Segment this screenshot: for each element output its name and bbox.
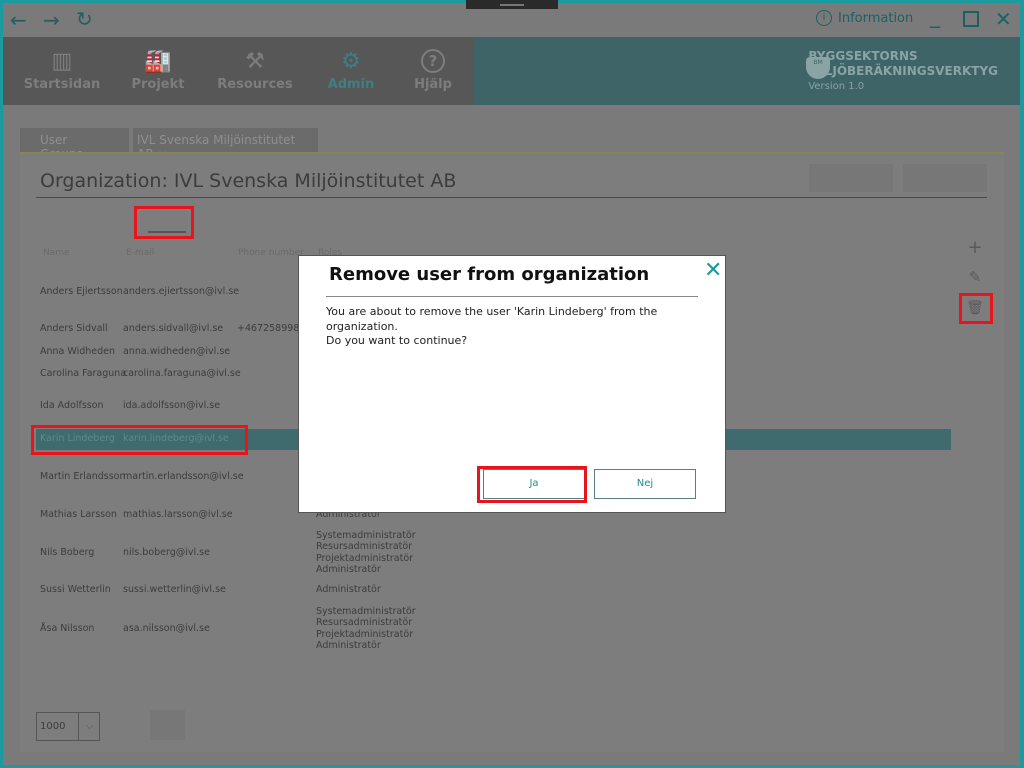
role: Systemadministratör bbox=[316, 529, 416, 541]
back-icon[interactable]: ← bbox=[10, 8, 27, 32]
page-size-select[interactable]: 1000 ⌵ bbox=[36, 712, 100, 741]
maximize-icon[interactable] bbox=[963, 11, 979, 27]
cell-name: Anders Ejiertsson bbox=[40, 286, 123, 297]
nav-startsidan[interactable]: ▥ Startsidan bbox=[17, 37, 107, 105]
cell-email: anders.sidvall@ivl.se bbox=[123, 323, 224, 334]
minimize-icon[interactable]: _ bbox=[930, 4, 940, 28]
no-button[interactable]: Nej bbox=[594, 469, 696, 499]
cell-name: Mathias Larsson bbox=[40, 509, 117, 520]
cell-name: Anna Widheden bbox=[40, 346, 115, 357]
nav-label: Projekt bbox=[131, 77, 185, 92]
cell-name: Åsa Nilsson bbox=[40, 623, 95, 634]
title-divider bbox=[36, 197, 987, 198]
highlight-delete bbox=[959, 293, 993, 324]
cell-name: Nils Boberg bbox=[40, 547, 95, 558]
role: Resursadministratör bbox=[316, 541, 413, 553]
close-window-icon[interactable]: ✕ bbox=[995, 7, 1012, 31]
cell-email: anna.widheden@ivl.se bbox=[123, 346, 231, 357]
cell-email: anders.ejiertsson@ivl.se bbox=[123, 286, 240, 297]
chevron-down-icon: ⌵ bbox=[78, 713, 100, 740]
brand-area: BM BYGGSEKTORNS MILJÖBERÄKNINGSVERKTYG V… bbox=[473, 37, 1020, 105]
cell-name: Ida Adolfsson bbox=[40, 400, 104, 411]
information-button[interactable]: i Information bbox=[816, 10, 913, 26]
role: Projektadministratör bbox=[316, 628, 414, 640]
nav-resources[interactable]: ⚒ Resources bbox=[210, 37, 300, 105]
header-button-2[interactable] bbox=[903, 164, 987, 192]
cell-email: ida.adolfsson@ivl.se bbox=[123, 400, 221, 411]
dialog-message-line: Do you want to continue? bbox=[326, 334, 468, 347]
pager-button[interactable] bbox=[150, 710, 185, 740]
gear-icon: ⚙ bbox=[341, 49, 361, 74]
info-icon: i bbox=[816, 10, 832, 26]
nav-label: Hjälp bbox=[414, 77, 452, 92]
highlight-subtab bbox=[134, 206, 194, 239]
dialog-message: You are about to remove the user 'Karin … bbox=[326, 305, 686, 349]
nav-hjälp[interactable]: ? Hjälp bbox=[388, 37, 478, 105]
role: Administratör bbox=[316, 564, 381, 576]
role: Administratör bbox=[316, 640, 381, 652]
nav-label: Resources bbox=[217, 77, 293, 92]
edit-icon[interactable]: ✎ bbox=[963, 265, 987, 289]
role: Administratör bbox=[316, 584, 381, 595]
factory-icon: 🏭 bbox=[144, 49, 172, 74]
cell-email: sussi.wetterlin@ivl.se bbox=[123, 584, 226, 595]
cell-roles: Systemadministratör Resursadministratör Pr… bbox=[316, 530, 416, 576]
cell-email: mathias.larsson@ivl.se bbox=[123, 509, 233, 520]
tools-icon: ⚒ bbox=[245, 49, 265, 74]
cell-name: Carolina Faraguna bbox=[40, 368, 127, 379]
nav-label: Startsidan bbox=[23, 77, 101, 92]
refresh-icon[interactable]: ↻ bbox=[76, 7, 93, 31]
cell-email: martin.erlandsson@ivl.se bbox=[123, 471, 244, 482]
page-size-value: 1000 bbox=[40, 721, 66, 732]
dialog-message-line: You are about to remove the user 'Karin … bbox=[326, 305, 658, 333]
page-title: Organization: IVL Svenska Miljöinstitute… bbox=[40, 170, 457, 192]
column-header-phone[interactable]: Phone number bbox=[238, 248, 304, 258]
brand-line2: MILJÖBERÄKNINGSVERKTYG bbox=[808, 64, 998, 78]
tab-organization[interactable]: IVL Svenska Miljöinstitutet AB ✕ bbox=[133, 128, 318, 161]
cell-name: Martin Erlandsson bbox=[40, 471, 126, 482]
cell-name: Sussi Wetterlin bbox=[40, 584, 111, 595]
column-header-email[interactable]: E-mail bbox=[126, 248, 154, 258]
drag-handle[interactable] bbox=[466, 0, 558, 9]
brand-version: Version 1.0 bbox=[808, 81, 865, 92]
nav-label: Admin bbox=[327, 77, 375, 92]
column-header-name[interactable]: Name bbox=[43, 248, 70, 258]
cell-email: carolina.faraguna@ivl.se bbox=[123, 368, 241, 379]
highlight-yes-button bbox=[477, 466, 587, 503]
add-icon[interactable]: + bbox=[963, 236, 987, 260]
cell-roles: Systemadministratör Resursadministratör Pr… bbox=[316, 606, 416, 652]
cell-roles: Administratör bbox=[316, 584, 381, 596]
role: Projektadministratör bbox=[316, 552, 414, 564]
close-icon[interactable]: ✕ bbox=[704, 258, 722, 283]
tab-user-groups[interactable]: User Groups bbox=[20, 128, 129, 161]
dashboard-icon: ▥ bbox=[51, 49, 73, 74]
forward-icon[interactable]: → bbox=[43, 8, 60, 32]
cell-name: Anders Sidvall bbox=[40, 323, 108, 334]
dialog-title: Remove user from organization bbox=[329, 264, 650, 285]
nav-admin[interactable]: ⚙ Admin bbox=[306, 37, 396, 105]
role: Systemadministratör bbox=[316, 605, 416, 617]
nav-projekt[interactable]: 🏭 Projekt bbox=[113, 37, 203, 105]
information-label: Information bbox=[838, 10, 914, 26]
highlight-selected-row bbox=[31, 425, 248, 455]
header-button-1[interactable] bbox=[809, 164, 893, 192]
help-icon: ? bbox=[421, 49, 445, 73]
role: Resursadministratör bbox=[316, 617, 413, 629]
dialog-divider bbox=[326, 296, 698, 297]
cell-email: asa.nilsson@ivl.se bbox=[123, 623, 210, 634]
brand-line1: BYGGSEKTORNS bbox=[808, 49, 918, 63]
cell-email: nils.boberg@ivl.se bbox=[123, 547, 210, 558]
